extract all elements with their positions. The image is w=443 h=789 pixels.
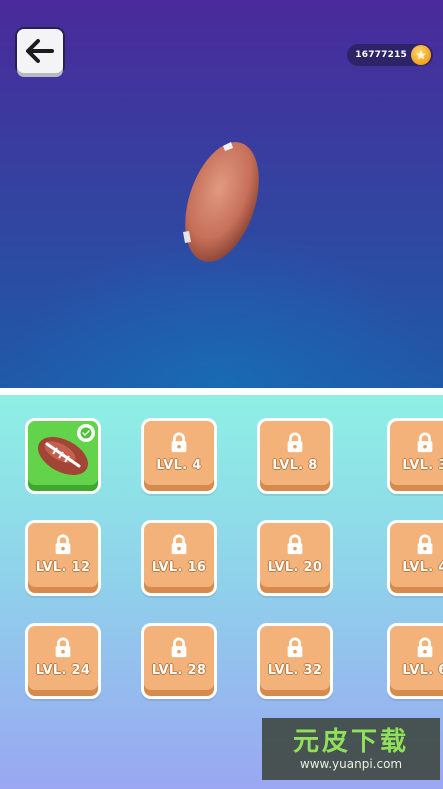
back-button[interactable]	[17, 29, 63, 73]
level-card[interactable]: LVL. 6	[387, 623, 443, 699]
level-card[interactable]: LVL. 24	[25, 623, 101, 699]
lock-icon	[171, 637, 187, 657]
lock-icon	[417, 637, 433, 657]
lock-icon	[171, 534, 187, 554]
level-label: LVL. 4	[156, 457, 202, 473]
coin-amount: 16777215	[355, 50, 407, 60]
level-card[interactable]: LVL. 12	[25, 520, 101, 596]
watermark: 元皮下载 www.yuanpi.com	[262, 718, 440, 780]
lock-icon	[417, 534, 433, 554]
level-card[interactable]: LVL. 3	[387, 418, 443, 494]
coin-star-icon	[411, 45, 431, 65]
arrow-left-icon	[26, 39, 54, 63]
watermark-title: 元皮下载	[292, 727, 409, 757]
level-label: LVL. 8	[272, 457, 318, 473]
level-label: LVL. 12	[35, 559, 91, 575]
lock-icon	[171, 432, 187, 452]
divider	[0, 388, 443, 395]
level-card[interactable]: LVL. 20	[257, 520, 333, 596]
check-icon	[77, 424, 95, 442]
lock-icon	[287, 432, 303, 452]
level-card[interactable]: LVL. 8	[257, 418, 333, 494]
level-label: LVL. 28	[151, 662, 207, 678]
level-label: LVL. 20	[267, 559, 323, 575]
level-label: LVL. 4	[402, 559, 443, 575]
lock-icon	[55, 637, 71, 657]
level-card[interactable]: LVL. 4	[387, 520, 443, 596]
level-card[interactable]: LVL. 16	[141, 520, 217, 596]
lock-icon	[55, 534, 71, 554]
lock-icon	[417, 432, 433, 452]
coin-counter: 16777215	[347, 44, 433, 66]
ball-preview-area: 16777215	[0, 0, 443, 388]
watermark-url: www.yuanpi.com	[299, 757, 403, 771]
level-card-selected[interactable]	[25, 418, 101, 494]
lock-icon	[287, 637, 303, 657]
level-card[interactable]: LVL. 32	[257, 623, 333, 699]
level-label: LVL. 32	[267, 662, 323, 678]
level-label: LVL. 3	[402, 457, 443, 473]
level-card[interactable]: LVL. 4	[141, 418, 217, 494]
level-label: LVL. 6	[402, 662, 443, 678]
level-label: LVL. 24	[35, 662, 91, 678]
lock-icon	[287, 534, 303, 554]
football-ball[interactable]	[175, 140, 270, 265]
level-card[interactable]: LVL. 28	[141, 623, 217, 699]
level-label: LVL. 16	[151, 559, 207, 575]
